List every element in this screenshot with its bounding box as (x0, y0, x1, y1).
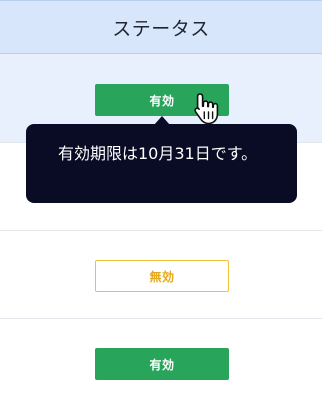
expiry-tooltip: 有効期限は10月31日です。 (26, 124, 297, 203)
status-column-header[interactable]: ステータス (0, 0, 322, 54)
status-badge-label: 無効 (149, 269, 175, 284)
status-table: ステータス 有効 無効 有効 (0, 0, 322, 408)
status-badge-label: 有効 (149, 357, 175, 372)
status-badge-valid[interactable]: 有効 (95, 348, 229, 380)
table-row: 無効 (0, 231, 322, 319)
hand-pointer-icon (194, 93, 219, 125)
table-row: 有効 (0, 319, 322, 408)
tooltip-text: 有効期限は10月31日です。 (58, 144, 258, 163)
status-column-header-label: ステータス (112, 17, 210, 40)
status-badge-invalid[interactable]: 無効 (95, 260, 229, 292)
status-badge-label: 有効 (149, 93, 175, 108)
